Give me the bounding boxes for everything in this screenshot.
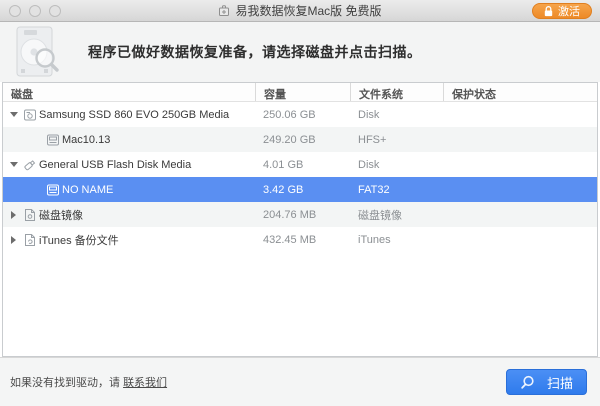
volume-icon xyxy=(46,183,60,197)
capacity-value: 249.20 GB xyxy=(255,134,350,146)
footer: 如果没有找到驱动，请 联系我们 扫描 xyxy=(0,357,600,406)
header: 程序已做好数据恢复准备，请选择磁盘并点击扫描。 xyxy=(0,22,600,82)
filesystem-value: iTunes xyxy=(350,234,443,246)
disk-name-cell: General USB Flash Disk Media xyxy=(3,158,255,172)
disk-name-cell: NO NAME xyxy=(3,183,255,197)
table-header: 磁盘 容量 文件系统 保护状态 xyxy=(3,83,597,102)
disk-name-label: iTunes 备份文件 xyxy=(39,232,119,248)
disk-name-label: Samsung SSD 860 EVO 250GB Media xyxy=(39,109,229,121)
table-row[interactable]: Samsung SSD 860 EVO 250GB Media 250.06 GB… xyxy=(3,102,597,127)
table-row[interactable]: Mac10.13 249.20 GBHFS+ xyxy=(3,127,597,152)
column-header-protection: 保护状态 xyxy=(443,83,597,101)
titlebar: 易我数据恢复Mac版 免费版 激活 xyxy=(0,0,600,22)
disk-name-cell: Mac10.13 xyxy=(3,133,255,147)
instruction-text: 程序已做好数据恢复准备，请选择磁盘并点击扫描。 xyxy=(88,42,422,62)
table-row[interactable]: General USB Flash Disk Media 4.01 GBDisk xyxy=(3,152,597,177)
disk-search-icon xyxy=(8,24,64,80)
window-title: 易我数据恢复Mac版 免费版 xyxy=(218,2,381,19)
disk-table-body: Samsung SSD 860 EVO 250GB Media 250.06 GB… xyxy=(3,102,597,252)
contact-us-link[interactable]: 联系我们 xyxy=(123,377,167,389)
internal-drive-icon xyxy=(23,108,37,122)
capacity-value: 204.76 MB xyxy=(255,209,350,221)
activate-button-label: 激活 xyxy=(558,3,580,19)
disk-name-label: NO NAME xyxy=(62,184,113,196)
capacity-value: 4.01 GB xyxy=(255,159,350,171)
scan-button[interactable]: 扫描 xyxy=(506,369,587,395)
column-header-filesystem: 文件系统 xyxy=(350,83,443,101)
filesystem-value: Disk xyxy=(350,109,443,121)
disk-name-label: 磁盘镜像 xyxy=(39,207,83,223)
filesystem-value: HFS+ xyxy=(350,134,443,146)
filesystem-value: Disk xyxy=(350,159,443,171)
disclosure-triangle-expanded-icon[interactable] xyxy=(7,112,20,117)
backup-file-icon xyxy=(23,233,37,247)
disk-name-cell: 磁盘镜像 xyxy=(3,207,255,223)
drive-not-found-hint: 如果没有找到驱动，请 联系我们 xyxy=(10,374,167,390)
zoom-window-button[interactable] xyxy=(49,5,61,17)
table-row[interactable]: iTunes 备份文件 432.45 MBiTunes xyxy=(3,227,597,252)
disclosure-triangle-expanded-icon[interactable] xyxy=(7,162,20,167)
disk-name-label: General USB Flash Disk Media xyxy=(39,159,191,171)
lock-icon xyxy=(544,6,553,17)
app-window: 易我数据恢复Mac版 免费版 激活 程序已做好数据恢复准备，请选择磁盘并点击扫描… xyxy=(0,0,600,406)
disclosure-triangle-collapsed-icon[interactable] xyxy=(7,236,20,244)
minimize-window-button[interactable] xyxy=(29,5,41,17)
activate-button[interactable]: 激活 xyxy=(532,3,592,19)
filesystem-value: FAT32 xyxy=(350,184,443,196)
window-proxy-icon xyxy=(218,5,230,17)
disk-name-cell: iTunes 备份文件 xyxy=(3,232,255,248)
table-row[interactable]: 磁盘镜像204.76 MB磁盘镜像 xyxy=(3,202,597,227)
capacity-value: 3.42 GB xyxy=(255,184,350,196)
column-header-capacity: 容量 xyxy=(255,83,350,101)
disclosure-triangle-collapsed-icon[interactable] xyxy=(7,211,20,219)
scan-button-label: 扫描 xyxy=(547,373,573,392)
usb-drive-icon xyxy=(23,158,37,172)
disk-image-file-icon xyxy=(23,208,37,222)
traffic-lights xyxy=(9,5,61,17)
disk-name-label: Mac10.13 xyxy=(62,134,110,146)
close-window-button[interactable] xyxy=(9,5,21,17)
volume-icon xyxy=(46,133,60,147)
hint-text: 如果没有找到驱动，请 xyxy=(10,377,123,389)
disk-name-cell: Samsung SSD 860 EVO 250GB Media xyxy=(3,108,255,122)
disk-table: 磁盘 容量 文件系统 保护状态 Samsung SSD 860 EVO 250G… xyxy=(2,82,598,357)
magnifier-icon xyxy=(520,375,535,390)
filesystem-value: 磁盘镜像 xyxy=(350,207,443,223)
capacity-value: 250.06 GB xyxy=(255,109,350,121)
table-row[interactable]: NO NAME 3.42 GBFAT32 xyxy=(3,177,597,202)
window-title-text: 易我数据恢复Mac版 免费版 xyxy=(235,2,381,19)
column-header-disk: 磁盘 xyxy=(3,83,255,101)
capacity-value: 432.45 MB xyxy=(255,234,350,246)
